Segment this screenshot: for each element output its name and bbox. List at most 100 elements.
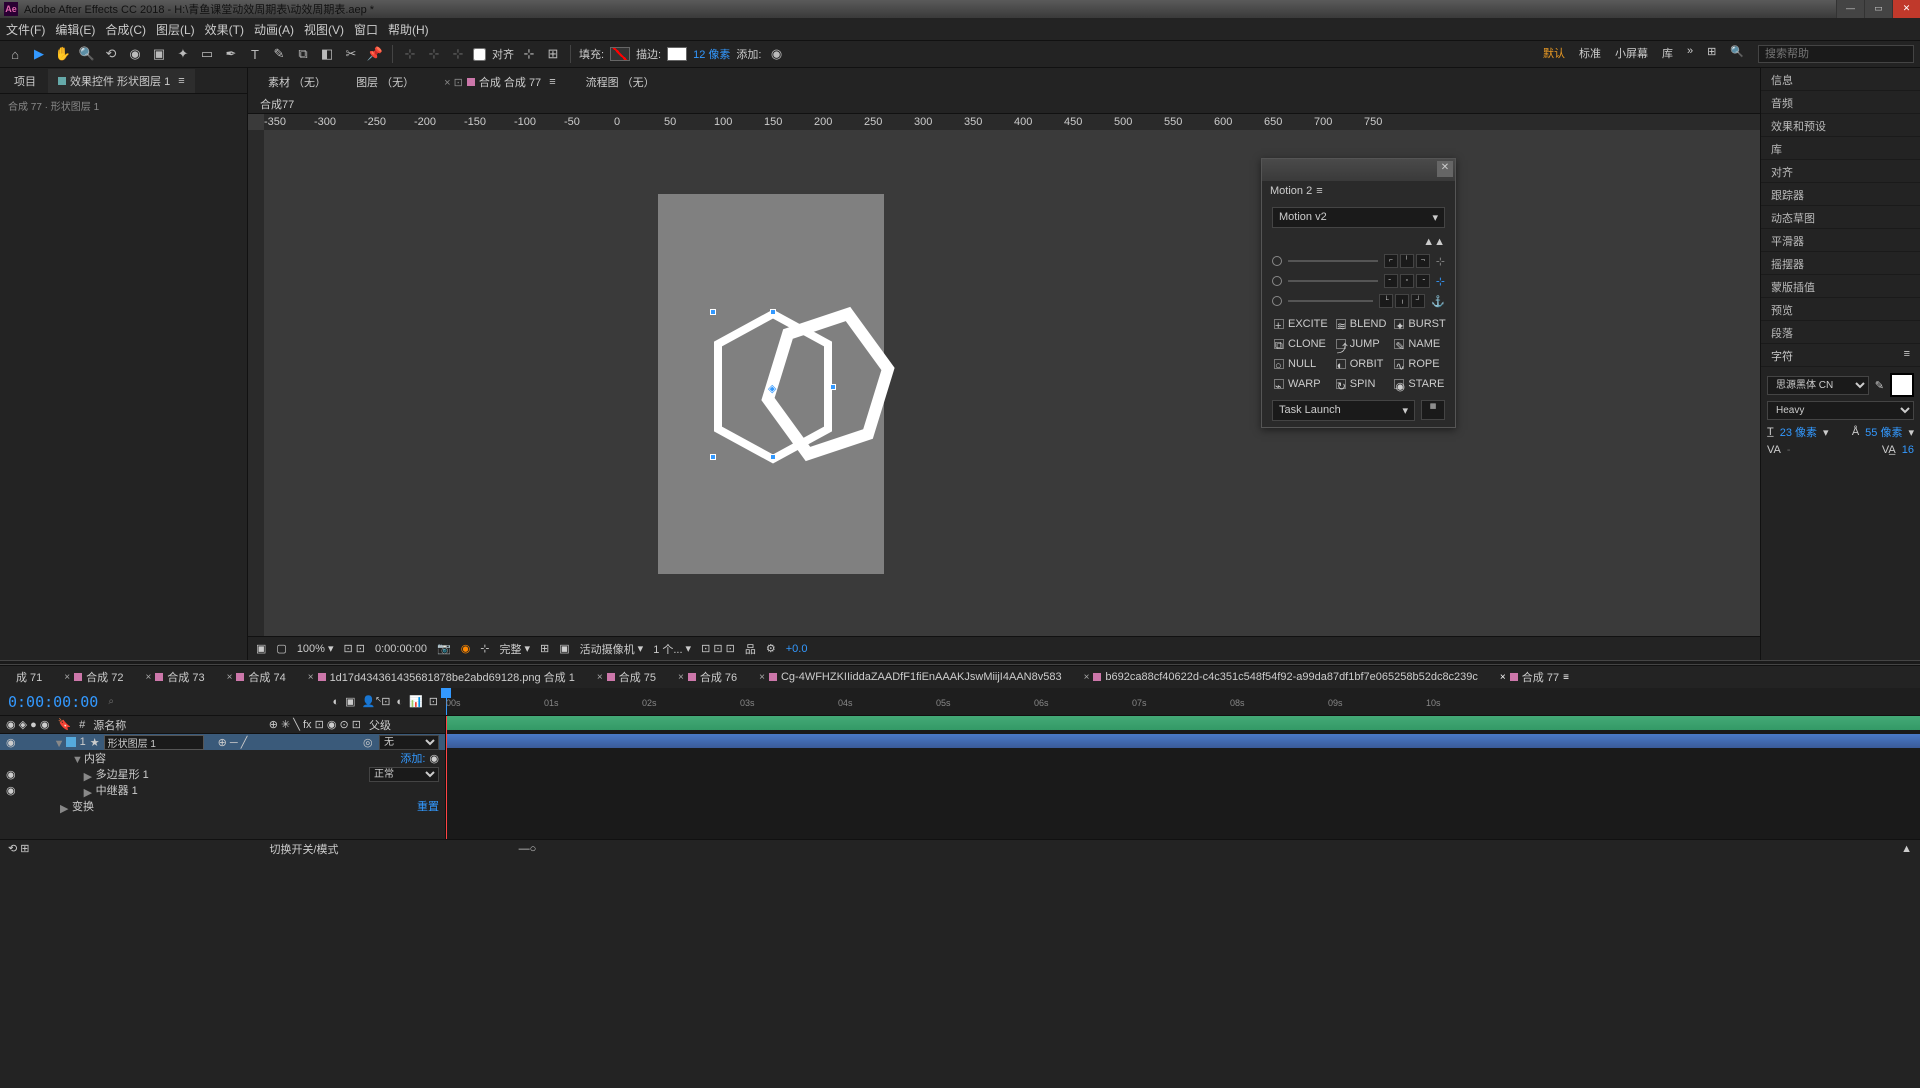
tl-tab[interactable]: ×b692ca88cf40622d-c4c351c548f54f92-a99da…	[1074, 668, 1488, 686]
axis-local-icon[interactable]: ⊹	[401, 45, 419, 63]
workspace-default[interactable]: 默认	[1543, 45, 1565, 63]
twirl-icon[interactable]: ▶	[84, 786, 92, 794]
panel-info[interactable]: 信息	[1761, 68, 1920, 91]
anchor-tr[interactable]: ¬	[1416, 254, 1430, 268]
orbit-tool[interactable]: ⟲	[102, 45, 120, 63]
blend-mode-dropdown[interactable]: 正常	[369, 767, 439, 782]
panel-audio[interactable]: 音频	[1761, 91, 1920, 114]
motion-mountain-icon[interactable]: ▲▲	[1423, 236, 1445, 248]
toggle-switches-button[interactable]: 切换开关/模式	[270, 841, 339, 857]
workspace-standard[interactable]: 标准	[1579, 45, 1601, 63]
tl-tab[interactable]: ×1d17d434361435681878be2abd69128.png 合成 …	[298, 666, 585, 688]
tab-flowchart[interactable]: 流程图 （无）	[572, 70, 669, 94]
tl-motion-blur-icon[interactable]: ◐	[396, 696, 403, 708]
camera-tool[interactable]: ▣	[150, 45, 168, 63]
tl-draft3d-icon[interactable]: ▣	[345, 695, 355, 708]
tl-shy-icon[interactable]: 👤↖	[362, 695, 376, 708]
magnify-icon[interactable]: ▣	[256, 642, 266, 655]
fast-preview-icon[interactable]: ⚙	[766, 642, 776, 655]
axis-world-icon[interactable]: ⊹	[425, 45, 443, 63]
add-menu-icon[interactable]: ◉	[429, 752, 439, 765]
snapshot-icon[interactable]: 📷	[437, 642, 451, 655]
anchor-mc[interactable]: ▫	[1400, 274, 1414, 288]
rotate-tool[interactable]: ◉	[126, 45, 144, 63]
font-size[interactable]: 23 像素	[1780, 424, 1817, 440]
view-opt-icon[interactable]: ⊡ ⊡ ⊡	[701, 642, 735, 655]
anchor-bc[interactable]: ╷	[1395, 294, 1409, 308]
type-tool[interactable]: T	[246, 45, 264, 63]
panel-tracker[interactable]: 跟踪器	[1761, 183, 1920, 206]
motion-task-run[interactable]: ▦	[1421, 400, 1445, 420]
workspace-more-icon[interactable]: »	[1687, 45, 1693, 63]
panel-sketch[interactable]: 动态草图	[1761, 206, 1920, 229]
tab-composition[interactable]: × ⊡合成 合成 77≡	[430, 70, 569, 94]
timeline-tracks[interactable]	[446, 716, 1920, 839]
menu-comp[interactable]: 合成(C)	[105, 21, 146, 38]
twirl-icon[interactable]: ▼	[54, 738, 62, 746]
color-icon[interactable]: ◉	[461, 642, 471, 655]
motion-preset-dropdown[interactable]: Motion v2▾	[1272, 207, 1445, 228]
maximize-button[interactable]: ▭	[1864, 0, 1892, 18]
tl-tab[interactable]: ×合成 75	[587, 666, 666, 688]
motion-jump[interactable]: ⤴JUMP	[1334, 336, 1389, 352]
work-area-bar[interactable]	[446, 716, 1920, 730]
kerning-val[interactable]: -	[1787, 444, 1791, 456]
anchor-point[interactable]	[830, 384, 836, 390]
snap-edge-icon[interactable]: ⊹	[520, 45, 538, 63]
panel-effects[interactable]: 效果和预设	[1761, 114, 1920, 137]
add-menu-icon[interactable]: ◉	[767, 45, 785, 63]
motion-anchor-icon[interactable]: ⚓	[1431, 295, 1445, 308]
menu-anim[interactable]: 动画(A)	[254, 21, 294, 38]
tl-graph-icon[interactable]: 📊	[409, 695, 423, 708]
home-tool[interactable]: ⌂	[6, 45, 24, 63]
current-time[interactable]: 0:00:00:00	[375, 643, 427, 655]
exposure[interactable]: +0.0	[786, 643, 808, 655]
motion-null[interactable]: ○NULL	[1272, 356, 1330, 372]
eyedropper-icon[interactable]: ✎	[1875, 379, 1884, 392]
anchor-tl[interactable]: ⌐	[1384, 254, 1398, 268]
col-parent[interactable]: 父级	[369, 717, 439, 733]
tl-tab[interactable]: ×合成 73	[135, 666, 214, 688]
panel-libraries[interactable]: 库	[1761, 137, 1920, 160]
layer-prop-row[interactable]: ◉▶ 中继器 1	[0, 782, 445, 798]
tracking-val[interactable]: 16	[1902, 444, 1914, 456]
motion-blend[interactable]: ≋BLEND	[1334, 316, 1389, 332]
motion-rope[interactable]: ∿ROPE	[1392, 356, 1447, 372]
tl-footer-icons[interactable]: ⟲ ⊞	[8, 842, 30, 855]
menu-edit[interactable]: 编辑(E)	[55, 21, 95, 38]
tl-comp-mini-icon[interactable]: ◐	[332, 696, 339, 708]
leading[interactable]: 55 像素	[1865, 424, 1902, 440]
motion-clone[interactable]: ⧉CLONE	[1272, 336, 1330, 352]
workspace-small[interactable]: 小屏幕	[1615, 45, 1648, 63]
anchor-tool[interactable]: ✦	[174, 45, 192, 63]
rect-tool[interactable]: ▭	[198, 45, 216, 63]
search-help-input[interactable]	[1758, 45, 1914, 63]
resolution-icon[interactable]: ⊡ ⊡	[343, 642, 365, 655]
viewport[interactable]: -350-300-250-200-150-100-500501001502002…	[248, 114, 1760, 636]
tl-tab[interactable]: ×合成 74	[217, 666, 296, 688]
timeline-ruler[interactable]: 00s01s02s03s04s05s06s07s08s09s10s	[446, 688, 1920, 715]
panel-preview[interactable]: 预览	[1761, 298, 1920, 321]
menu-view[interactable]: 视图(V)	[304, 21, 344, 38]
reset-link[interactable]: 重置	[417, 798, 439, 814]
timecode[interactable]: 0:00:00:00	[8, 693, 98, 711]
anchor-ml[interactable]: ╴	[1384, 274, 1398, 288]
stroke-value[interactable]: 12 像素	[693, 46, 730, 62]
zoom-tool[interactable]: 🔍	[78, 45, 96, 63]
channel-icon[interactable]: ▢	[276, 642, 286, 655]
motion-spin[interactable]: ↻SPIN	[1334, 376, 1389, 392]
tab-project[interactable]: 项目	[4, 69, 46, 93]
panel-align[interactable]: 对齐	[1761, 160, 1920, 183]
motion-name[interactable]: ✎NAME	[1392, 336, 1447, 352]
fill-color-swatch[interactable]	[1890, 373, 1914, 397]
motion-task-dropdown[interactable]: Task Launch▾	[1272, 400, 1415, 421]
snap-checkbox[interactable]	[473, 48, 486, 61]
roto-tool[interactable]: ✂	[342, 45, 360, 63]
layer-name-input[interactable]	[104, 735, 204, 750]
anchor-point[interactable]	[710, 309, 716, 315]
motion-close-icon[interactable]: ✕	[1437, 161, 1453, 177]
tl-tab-active[interactable]: ×合成 77 ≡	[1490, 666, 1579, 688]
motion-panel[interactable]: ✕ Motion 2≡ Motion v2▾ ▲▲ ⌐╵¬⊹ ╴▫╶⊹ └╷┘⚓…	[1261, 158, 1456, 428]
motion-panel-titlebar[interactable]: ✕	[1262, 159, 1455, 181]
motion-slider-3[interactable]	[1288, 300, 1373, 302]
